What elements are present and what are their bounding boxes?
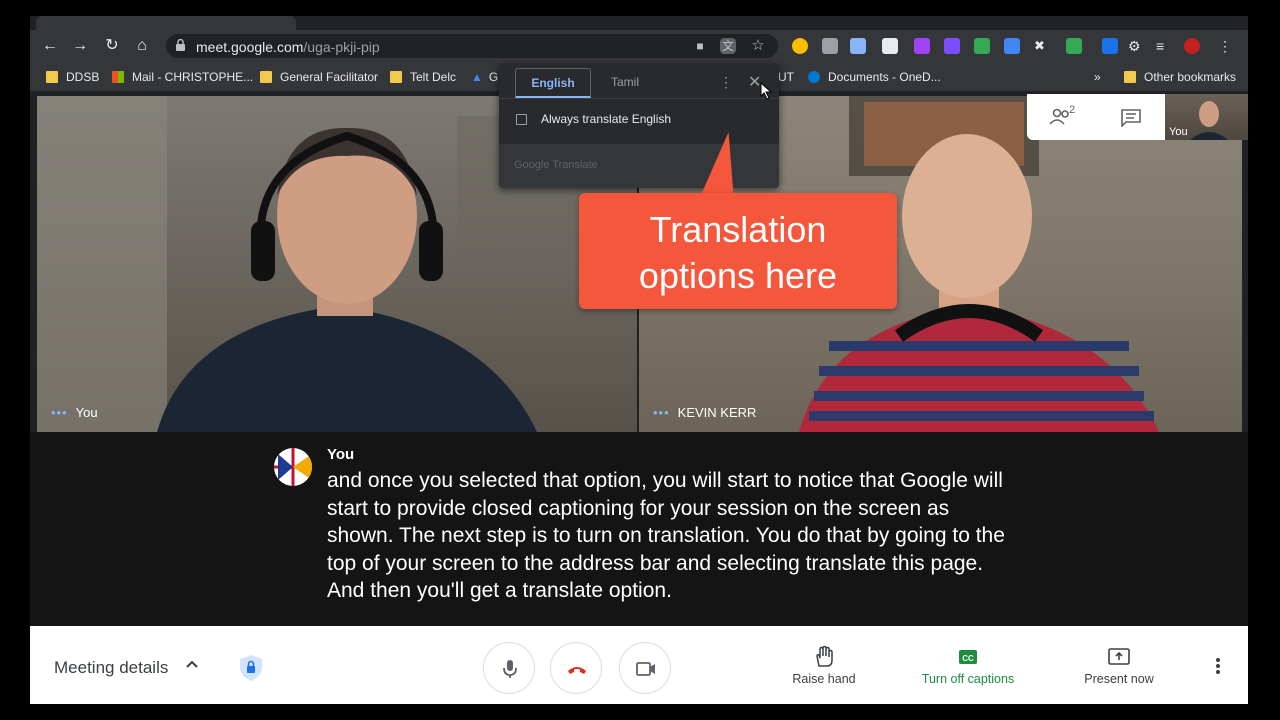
home-icon[interactable]: ⌂ [132,36,152,56]
speaker-avatar [274,448,312,486]
always-translate-label: Always translate English [541,112,672,126]
extension-icon[interactable] [882,38,898,54]
bookmark-item[interactable]: Documents - OneD... [808,69,941,85]
caption-speaker: You [327,446,355,463]
tab-strip [30,16,1248,30]
bookmark-item[interactable]: Mail - CHRISTOPHE... [112,69,253,85]
audio-indicator-icon: ••• [653,405,670,420]
bookmark-star-icon[interactable]: ☆ [750,38,766,54]
more-bookmarks-icon[interactable]: » [1094,69,1101,85]
bookmark-item[interactable]: ▲ G [471,69,498,85]
lock-icon [176,39,185,51]
video-camera-icon [636,662,655,676]
self-view-label: You [1169,126,1188,138]
security-shield-icon[interactable] [238,654,264,682]
microsoft-icon [112,71,124,83]
other-bookmarks[interactable]: Other bookmarks [1124,69,1236,85]
extension-icon[interactable] [850,38,866,54]
svg-text:CC: CC [962,654,974,663]
present-screen-icon [1108,648,1130,665]
onedrive-icon [808,71,820,83]
profile-avatar[interactable] [1184,38,1200,54]
extension-icon[interactable] [792,38,808,54]
browser-toolbar: ← → ↻ ⌂ meet.google.com/uga-pkji-pip ■ 文… [30,30,1248,62]
folder-icon [390,71,402,83]
mute-tab-icon[interactable]: ✖ [1034,38,1050,54]
meet-top-controls: 2 [1027,94,1165,140]
extension-icon[interactable] [822,38,838,54]
tab-tamil[interactable]: Tamil [595,68,655,98]
callout-box: Translation options here [579,193,897,309]
bookmark-item[interactable]: UT [778,69,794,85]
reload-icon[interactable]: ↻ [102,36,122,56]
extension-icon[interactable] [1102,38,1118,54]
bookmark-item[interactable]: Telt Delc [390,69,456,85]
callout-line: Translation [649,209,827,250]
camera-button[interactable] [619,642,671,694]
present-now-label: Present now [1084,672,1154,686]
self-view-thumbnail[interactable]: You [1165,94,1248,140]
url-text: meet.google.com/uga-pkji-pip [196,39,380,55]
microphone-icon [503,660,517,678]
hang-up-icon [568,667,586,674]
callout-line: options here [638,255,838,296]
more-options-icon[interactable] [1210,656,1226,676]
present-now-button[interactable]: Present now [1074,646,1164,686]
back-icon[interactable]: ← [40,36,60,56]
callout-text: Translation options here [579,207,897,299]
participant-name: ••• You [51,405,98,420]
drive-icon: ▲ [471,70,483,84]
mouse-cursor-icon [760,82,772,100]
screen: ← → ↻ ⌂ meet.google.com/uga-pkji-pip ■ 文… [30,16,1248,704]
extension-icon[interactable] [944,38,960,54]
participant-name: ••• KEVIN KERR [653,405,757,420]
chat-icon[interactable] [1121,109,1141,127]
browser-tab[interactable] [36,16,296,30]
bookmark-item[interactable]: General Facilitator [260,69,378,85]
raise-hand-label: Raise hand [792,672,856,686]
raise-hand-button[interactable]: Raise hand [784,646,864,686]
address-bar[interactable]: meet.google.com/uga-pkji-pip ■ 文 ☆ [166,34,778,58]
caption-area: You and once you selected that option, y… [30,432,1248,626]
audio-indicator-icon: ••• [51,405,68,420]
folder-icon [260,71,272,83]
meeting-details-button[interactable]: Meeting details [54,658,168,678]
chevron-up-icon[interactable] [184,656,200,672]
captions-button[interactable]: CC Turn off captions [910,646,1026,686]
microphone-button[interactable] [483,642,535,694]
forward-icon[interactable]: → [70,36,90,56]
closed-captions-icon: CC [959,650,977,664]
extension-icon[interactable] [1004,38,1020,54]
browser-menu-icon[interactable]: ⋮ [1218,38,1234,54]
tab-english[interactable]: English [515,68,591,98]
google-translate-label: Google Translate [514,159,598,171]
flag-avatar-icon [274,448,312,486]
participant-count: 2 [1069,104,1076,116]
folder-icon [1124,71,1136,83]
camera-in-use-icon[interactable]: ■ [692,38,708,54]
extension-icon[interactable] [1066,38,1082,54]
always-translate-checkbox[interactable] [516,114,527,125]
translate-options-icon[interactable]: ⋮ [719,74,733,91]
caption-text: and once you selected that option, you w… [327,469,1005,602]
extension-icon[interactable] [974,38,990,54]
bookmark-item[interactable]: DDSB [46,69,99,85]
folder-icon [46,71,58,83]
media-control-icon[interactable]: ≡ [1156,38,1172,54]
raise-hand-icon [816,646,833,667]
extension-icon[interactable] [914,38,930,54]
leave-call-button[interactable] [550,642,602,694]
captions-label: Turn off captions [921,672,1015,686]
translate-page-icon[interactable]: 文 [720,38,736,54]
meet-bottom-bar: Meeting details Raise hand CC Turn off c… [30,626,1248,704]
puzzle-icon[interactable]: ⚙ [1128,38,1144,54]
divider [499,98,779,99]
